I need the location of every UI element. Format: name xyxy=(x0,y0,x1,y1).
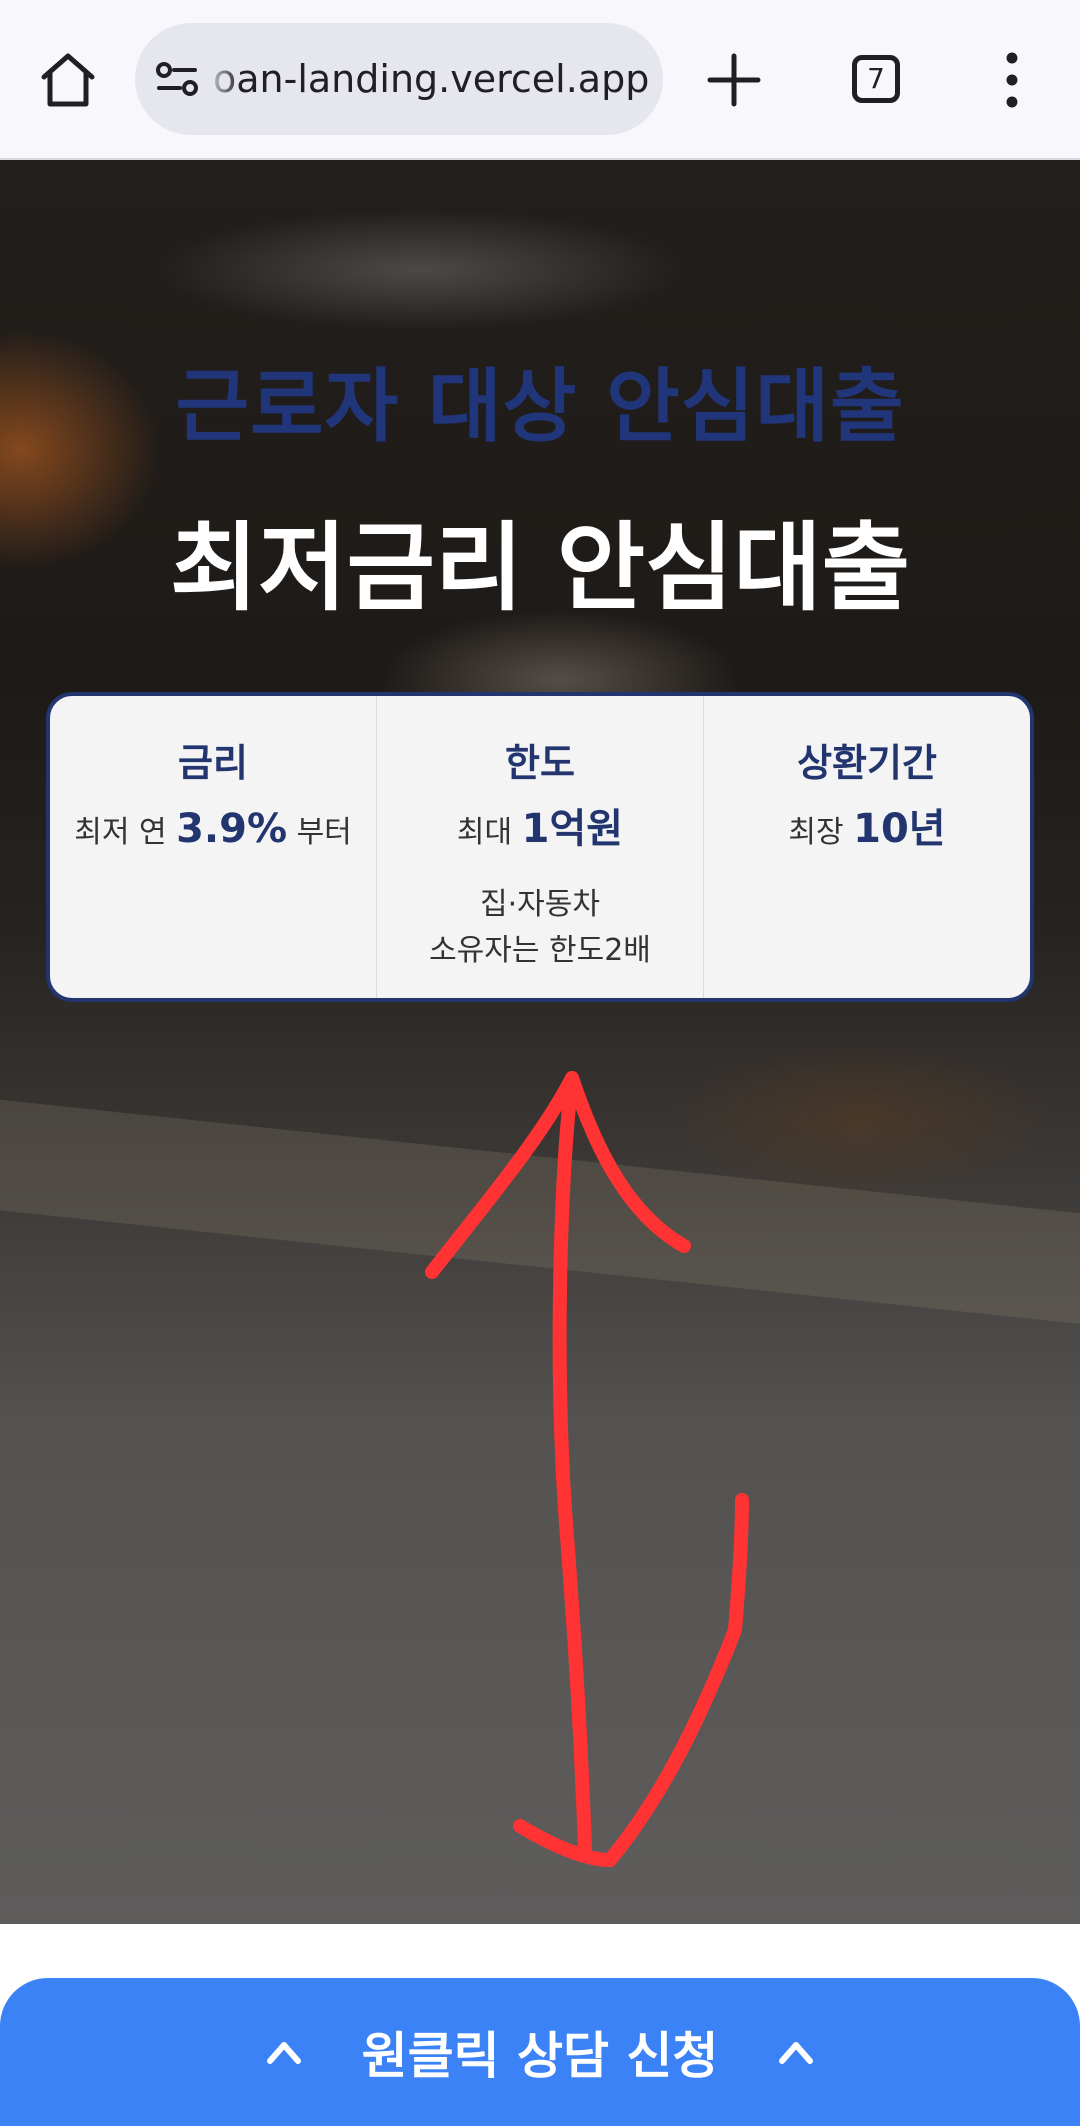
url-text[interactable]: oan-landing.vercel.app xyxy=(213,23,649,135)
chevron-up-icon xyxy=(778,2042,813,2064)
cta-label[interactable]: 원클릭 상담 신청 xyxy=(362,2016,719,2088)
browser-toolbar: oan-landing.vercel.app 7 xyxy=(0,0,1080,160)
tab-switcher-icon[interactable]: 7 xyxy=(852,55,900,103)
home-icon[interactable] xyxy=(38,50,98,110)
tune-icon[interactable] xyxy=(155,59,199,99)
plus-icon[interactable] xyxy=(706,52,762,108)
url-fade xyxy=(205,23,241,135)
red-arrow-annotation xyxy=(425,1071,749,1867)
address-bar[interactable]: oan-landing.vercel.app xyxy=(135,23,663,135)
consult-cta-button[interactable]: 원클릭 상담 신청 xyxy=(0,1978,1080,2126)
more-vert-icon[interactable] xyxy=(994,50,1030,110)
chevron-up-icon xyxy=(267,2042,302,2064)
cta-content[interactable]: 원클릭 상담 신청 xyxy=(0,2016,1080,2088)
hero-section: 근로자 대상 안심대출 최저금리 안심대출 금리 최저 연 3.9% 부터 한도… xyxy=(0,160,1080,1924)
page: oan-landing.vercel.app 7 근로자 대상 안심대출 최저금… xyxy=(0,0,1080,2126)
